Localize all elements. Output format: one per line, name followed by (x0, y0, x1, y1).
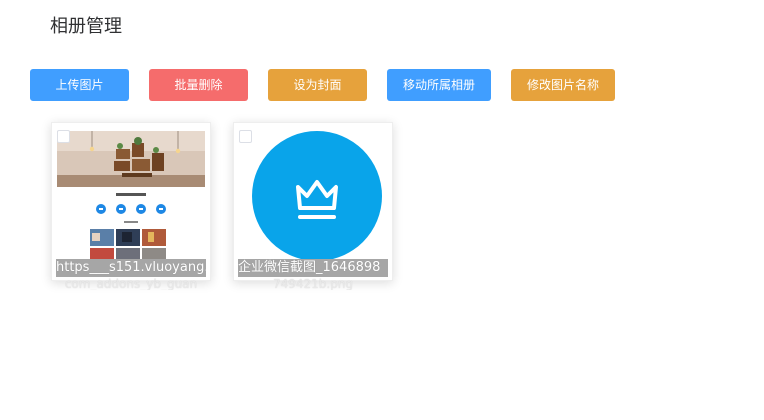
filename-overflow: com_addons_yb_guan (64, 278, 198, 290)
photo-card[interactable]: https___s151.vluoyang. com_addons_yb_gua… (51, 122, 211, 290)
photo-select-checkbox[interactable] (239, 130, 252, 143)
filename-visible: https___s151.vluoyang. (56, 259, 206, 277)
rename-image-button[interactable]: 修改图片名称 (511, 69, 615, 101)
photo-thumbnail[interactable] (238, 129, 388, 259)
set-cover-button[interactable]: 设为封面 (268, 69, 367, 101)
upload-image-button[interactable]: 上传图片 (30, 69, 129, 101)
photo-filename: https___s151.vluoyang. com_addons_yb_gua… (56, 259, 206, 290)
batch-delete-button[interactable]: 批量删除 (149, 69, 248, 101)
filename-overflow: 749421b.png (272, 278, 354, 290)
photo-card[interactable]: 企业微信截图_1646898 749421b.png (233, 122, 393, 290)
photo-filename: 企业微信截图_1646898 749421b.png (238, 259, 388, 290)
webpage-screenshot-thumbnail (56, 129, 206, 259)
photo-select-checkbox[interactable] (57, 130, 70, 143)
photo-thumbnail[interactable] (56, 129, 206, 259)
page-title: 相册管理 (50, 16, 122, 37)
filename-visible: 企业微信截图_1646898 (238, 259, 388, 277)
move-album-button[interactable]: 移动所属相册 (387, 69, 491, 101)
crown-icon-thumbnail (238, 129, 388, 259)
album-manager-page: 相册管理 上传图片 批量删除 设为封面 移动所属相册 修改图片名称 https_… (0, 0, 764, 420)
